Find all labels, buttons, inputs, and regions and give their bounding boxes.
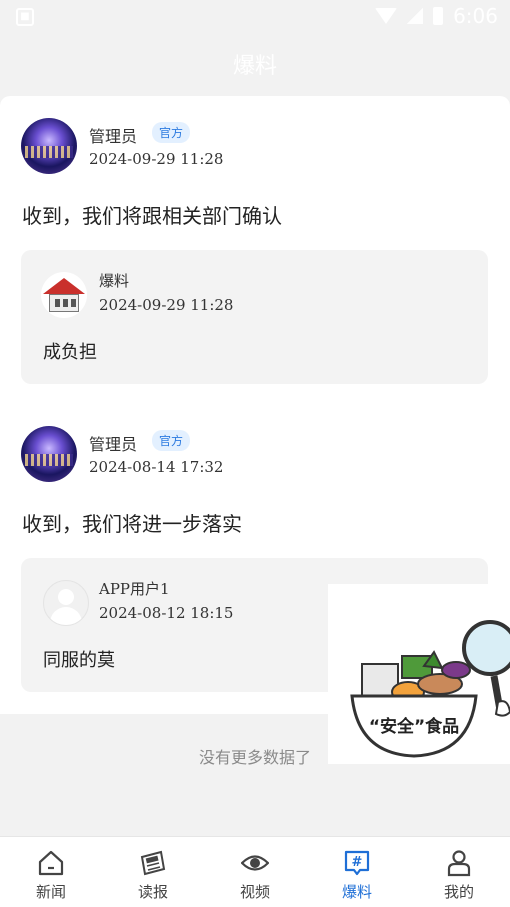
newspaper-icon	[140, 850, 166, 876]
quote-author: 爆料	[99, 272, 130, 290]
notification-icon: ■	[16, 8, 34, 26]
post-content: 收到，我们将进一步落实	[22, 512, 242, 536]
post-content: 收到，我们将跟相关部门确认	[22, 204, 282, 228]
signal-icon	[407, 8, 424, 24]
official-badge: 官方	[152, 122, 191, 143]
svg-text:#: #	[352, 855, 363, 870]
quote-avatar	[41, 272, 87, 318]
floating-ad-image[interactable]: “安全”食品	[328, 584, 510, 764]
header: 爆料	[0, 34, 510, 96]
status-icons: 6:06	[375, 4, 498, 28]
quote-time: 2024-08-12 18:15	[99, 604, 234, 622]
tab-label: 爆料	[341, 883, 372, 901]
tab-newspaper[interactable]: 读报	[102, 837, 204, 907]
hashtag-icon: #	[344, 850, 370, 876]
post-time: 2024-08-14 17:32	[89, 458, 224, 476]
author-avatar[interactable]	[21, 118, 77, 174]
author-avatar[interactable]	[21, 426, 77, 482]
user-icon	[447, 850, 471, 877]
tab-label: 新闻	[35, 883, 66, 901]
page-title: 爆料	[232, 54, 277, 79]
tab-news[interactable]: 新闻	[0, 837, 102, 907]
status-bar: ■ 6:06	[0, 0, 510, 34]
default-user-avatar-icon	[43, 580, 89, 626]
author-name: 管理员	[89, 435, 138, 454]
safe-food-illustration: “安全”食品	[350, 620, 510, 758]
no-more-label: 没有更多数据了	[198, 748, 311, 767]
status-time: 6:06	[453, 4, 498, 28]
post-time: 2024-09-29 11:28	[89, 150, 224, 168]
quote-text: 同服的莫	[43, 650, 115, 671]
bottom-tab-bar: 新闻 读报 视频 # 爆料 我的	[0, 836, 510, 907]
quote-text: 成负担	[43, 342, 97, 363]
tab-label: 我的	[443, 883, 474, 901]
tab-tipoff[interactable]: # 爆料	[306, 837, 408, 907]
tab-mine[interactable]: 我的	[408, 837, 510, 907]
tab-label: 视频	[239, 883, 270, 901]
tab-label: 读报	[137, 883, 168, 901]
tab-video[interactable]: 视频	[204, 837, 306, 907]
eye-icon	[241, 855, 269, 871]
quote-author: APP用户1	[99, 580, 170, 598]
author-name: 管理员	[89, 127, 138, 146]
battery-icon	[433, 7, 444, 25]
quote-time: 2024-09-29 11:28	[99, 296, 234, 314]
official-badge: 官方	[152, 430, 191, 451]
home-icon	[38, 850, 64, 876]
quoted-post[interactable]: 爆料 2024-09-29 11:28 成负担	[21, 250, 488, 384]
house-logo-icon	[43, 278, 85, 312]
wifi-icon	[375, 8, 398, 24]
illustration-caption: “安全”食品	[369, 716, 459, 737]
